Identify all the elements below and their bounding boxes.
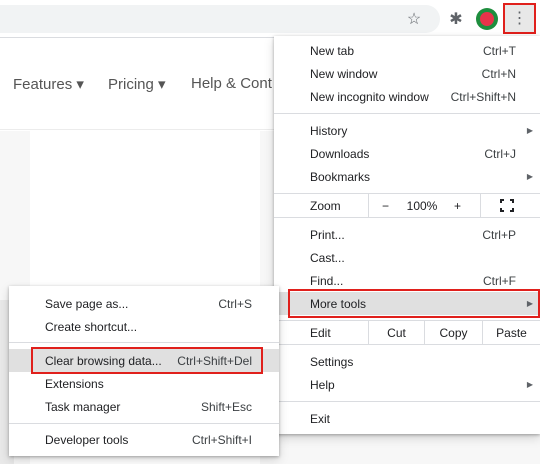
menu-item-shortcut: Ctrl+F xyxy=(483,273,516,288)
menu-item-label: Edit xyxy=(310,325,331,340)
menu-item-task-manager[interactable]: Task manager Shift+Esc xyxy=(9,395,279,418)
menu-item-shortcut: Ctrl+P xyxy=(482,227,516,242)
menu-item-label: New window xyxy=(310,66,378,81)
menu-item-create-shortcut[interactable]: Create shortcut... xyxy=(9,315,279,338)
chrome-menu-button[interactable]: ⋮ xyxy=(503,3,536,34)
menu-item-label: Developer tools xyxy=(45,432,129,447)
menu-item-save-page[interactable]: Save page as... Ctrl+S xyxy=(9,292,279,315)
menu-item-label: New incognito window xyxy=(310,89,429,104)
menu-item-new-window[interactable]: New window Ctrl+N xyxy=(274,62,540,85)
menu-item-label: Save page as... xyxy=(45,296,129,311)
menu-item-shortcut: Ctrl+N xyxy=(481,66,516,81)
clear-browsing-highlight-box xyxy=(31,347,263,374)
menu-item-label: Print... xyxy=(310,227,345,242)
menu-item-label: Bookmarks xyxy=(310,169,371,184)
menu-item-settings[interactable]: Settings xyxy=(274,350,540,373)
menu-item-label: Zoom xyxy=(310,198,341,213)
menu-item-label: Help xyxy=(310,377,335,392)
menu-item-shortcut: Ctrl+T xyxy=(483,43,516,58)
submenu-arrow-icon: ▶ xyxy=(526,172,533,181)
more-tools-submenu: Save page as... Ctrl+S Create shortcut..… xyxy=(9,286,279,456)
zoom-divider xyxy=(480,194,481,217)
more-tools-highlight-box xyxy=(288,289,540,318)
address-bar[interactable] xyxy=(0,5,440,33)
paste-button[interactable]: Paste xyxy=(482,321,540,344)
menu-item-shortcut: Shift+Esc xyxy=(200,399,252,414)
menu-item-label: Extensions xyxy=(45,376,104,391)
menu-separator xyxy=(274,344,540,345)
menu-item-shortcut: Ctrl+S xyxy=(218,296,252,311)
nav-features[interactable]: Features ▾ xyxy=(13,75,84,93)
menu-item-exit[interactable]: Exit xyxy=(274,407,540,430)
submenu-arrow-icon: ▶ xyxy=(526,380,533,389)
copy-button[interactable]: Copy xyxy=(424,321,482,344)
menu-item-cast[interactable]: Cast... xyxy=(274,246,540,269)
menu-item-history[interactable]: History ▶ xyxy=(274,119,540,142)
menu-item-label: New tab xyxy=(310,43,355,58)
menu-separator xyxy=(9,423,279,424)
menu-separator xyxy=(9,342,279,343)
menu-item-developer-tools[interactable]: Developer tools Ctrl+Shift+I xyxy=(9,428,279,451)
menu-item-label: Task manager xyxy=(45,399,121,414)
browser-toolbar: ☆ ✱ ⋮ xyxy=(0,0,540,38)
menu-item-bookmarks[interactable]: Bookmarks ▶ xyxy=(274,165,540,188)
menu-item-label: Find... xyxy=(310,273,344,288)
menu-item-downloads[interactable]: Downloads Ctrl+J xyxy=(274,142,540,165)
cut-button[interactable]: Cut xyxy=(368,321,424,344)
zoom-level: 100% xyxy=(406,198,438,213)
chrome-main-menu: New tab Ctrl+T New window Ctrl+N New inc… xyxy=(274,36,540,434)
menu-item-label: Downloads xyxy=(310,146,370,161)
menu-item-label: History xyxy=(310,123,348,138)
menu-separator xyxy=(274,401,540,402)
profile-avatar[interactable] xyxy=(476,8,498,30)
zoom-divider xyxy=(368,194,369,217)
zoom-in-button[interactable]: + xyxy=(454,199,461,213)
menu-item-extensions[interactable]: Extensions xyxy=(9,372,279,395)
menu-item-shortcut: Ctrl+Shift+I xyxy=(191,432,252,447)
menu-item-label: Cast... xyxy=(310,250,345,265)
zoom-out-button[interactable]: − xyxy=(382,199,389,213)
menu-item-label: Settings xyxy=(310,354,354,369)
menu-item-print[interactable]: Print... Ctrl+P xyxy=(274,223,540,246)
bookmark-star-icon[interactable]: ☆ xyxy=(402,7,426,31)
menu-item-label: Create shortcut... xyxy=(45,319,138,334)
menu-separator xyxy=(274,113,540,114)
menu-item-help[interactable]: Help ▶ xyxy=(274,373,540,396)
fullscreen-icon[interactable] xyxy=(500,199,514,212)
menu-item-edit: Edit Cut Copy Paste xyxy=(274,321,540,344)
three-dot-menu-icon: ⋮ xyxy=(511,9,528,27)
extensions-puzzle-icon[interactable]: ✱ xyxy=(444,7,468,31)
menu-item-zoom: Zoom − 100% + xyxy=(274,194,540,217)
submenu-arrow-icon: ▶ xyxy=(526,126,533,135)
menu-item-shortcut: Ctrl+Shift+N xyxy=(450,89,516,104)
menu-item-shortcut: Ctrl+J xyxy=(484,146,516,161)
menu-item-new-incognito-window[interactable]: New incognito window Ctrl+Shift+N xyxy=(274,85,540,108)
nav-pricing[interactable]: Pricing ▾ xyxy=(108,75,166,93)
menu-separator xyxy=(274,217,540,218)
nav-help-contact[interactable]: Help & Cont xyxy=(191,75,272,92)
menu-item-label: Exit xyxy=(310,411,331,426)
menu-item-new-tab[interactable]: New tab Ctrl+T xyxy=(274,39,540,62)
